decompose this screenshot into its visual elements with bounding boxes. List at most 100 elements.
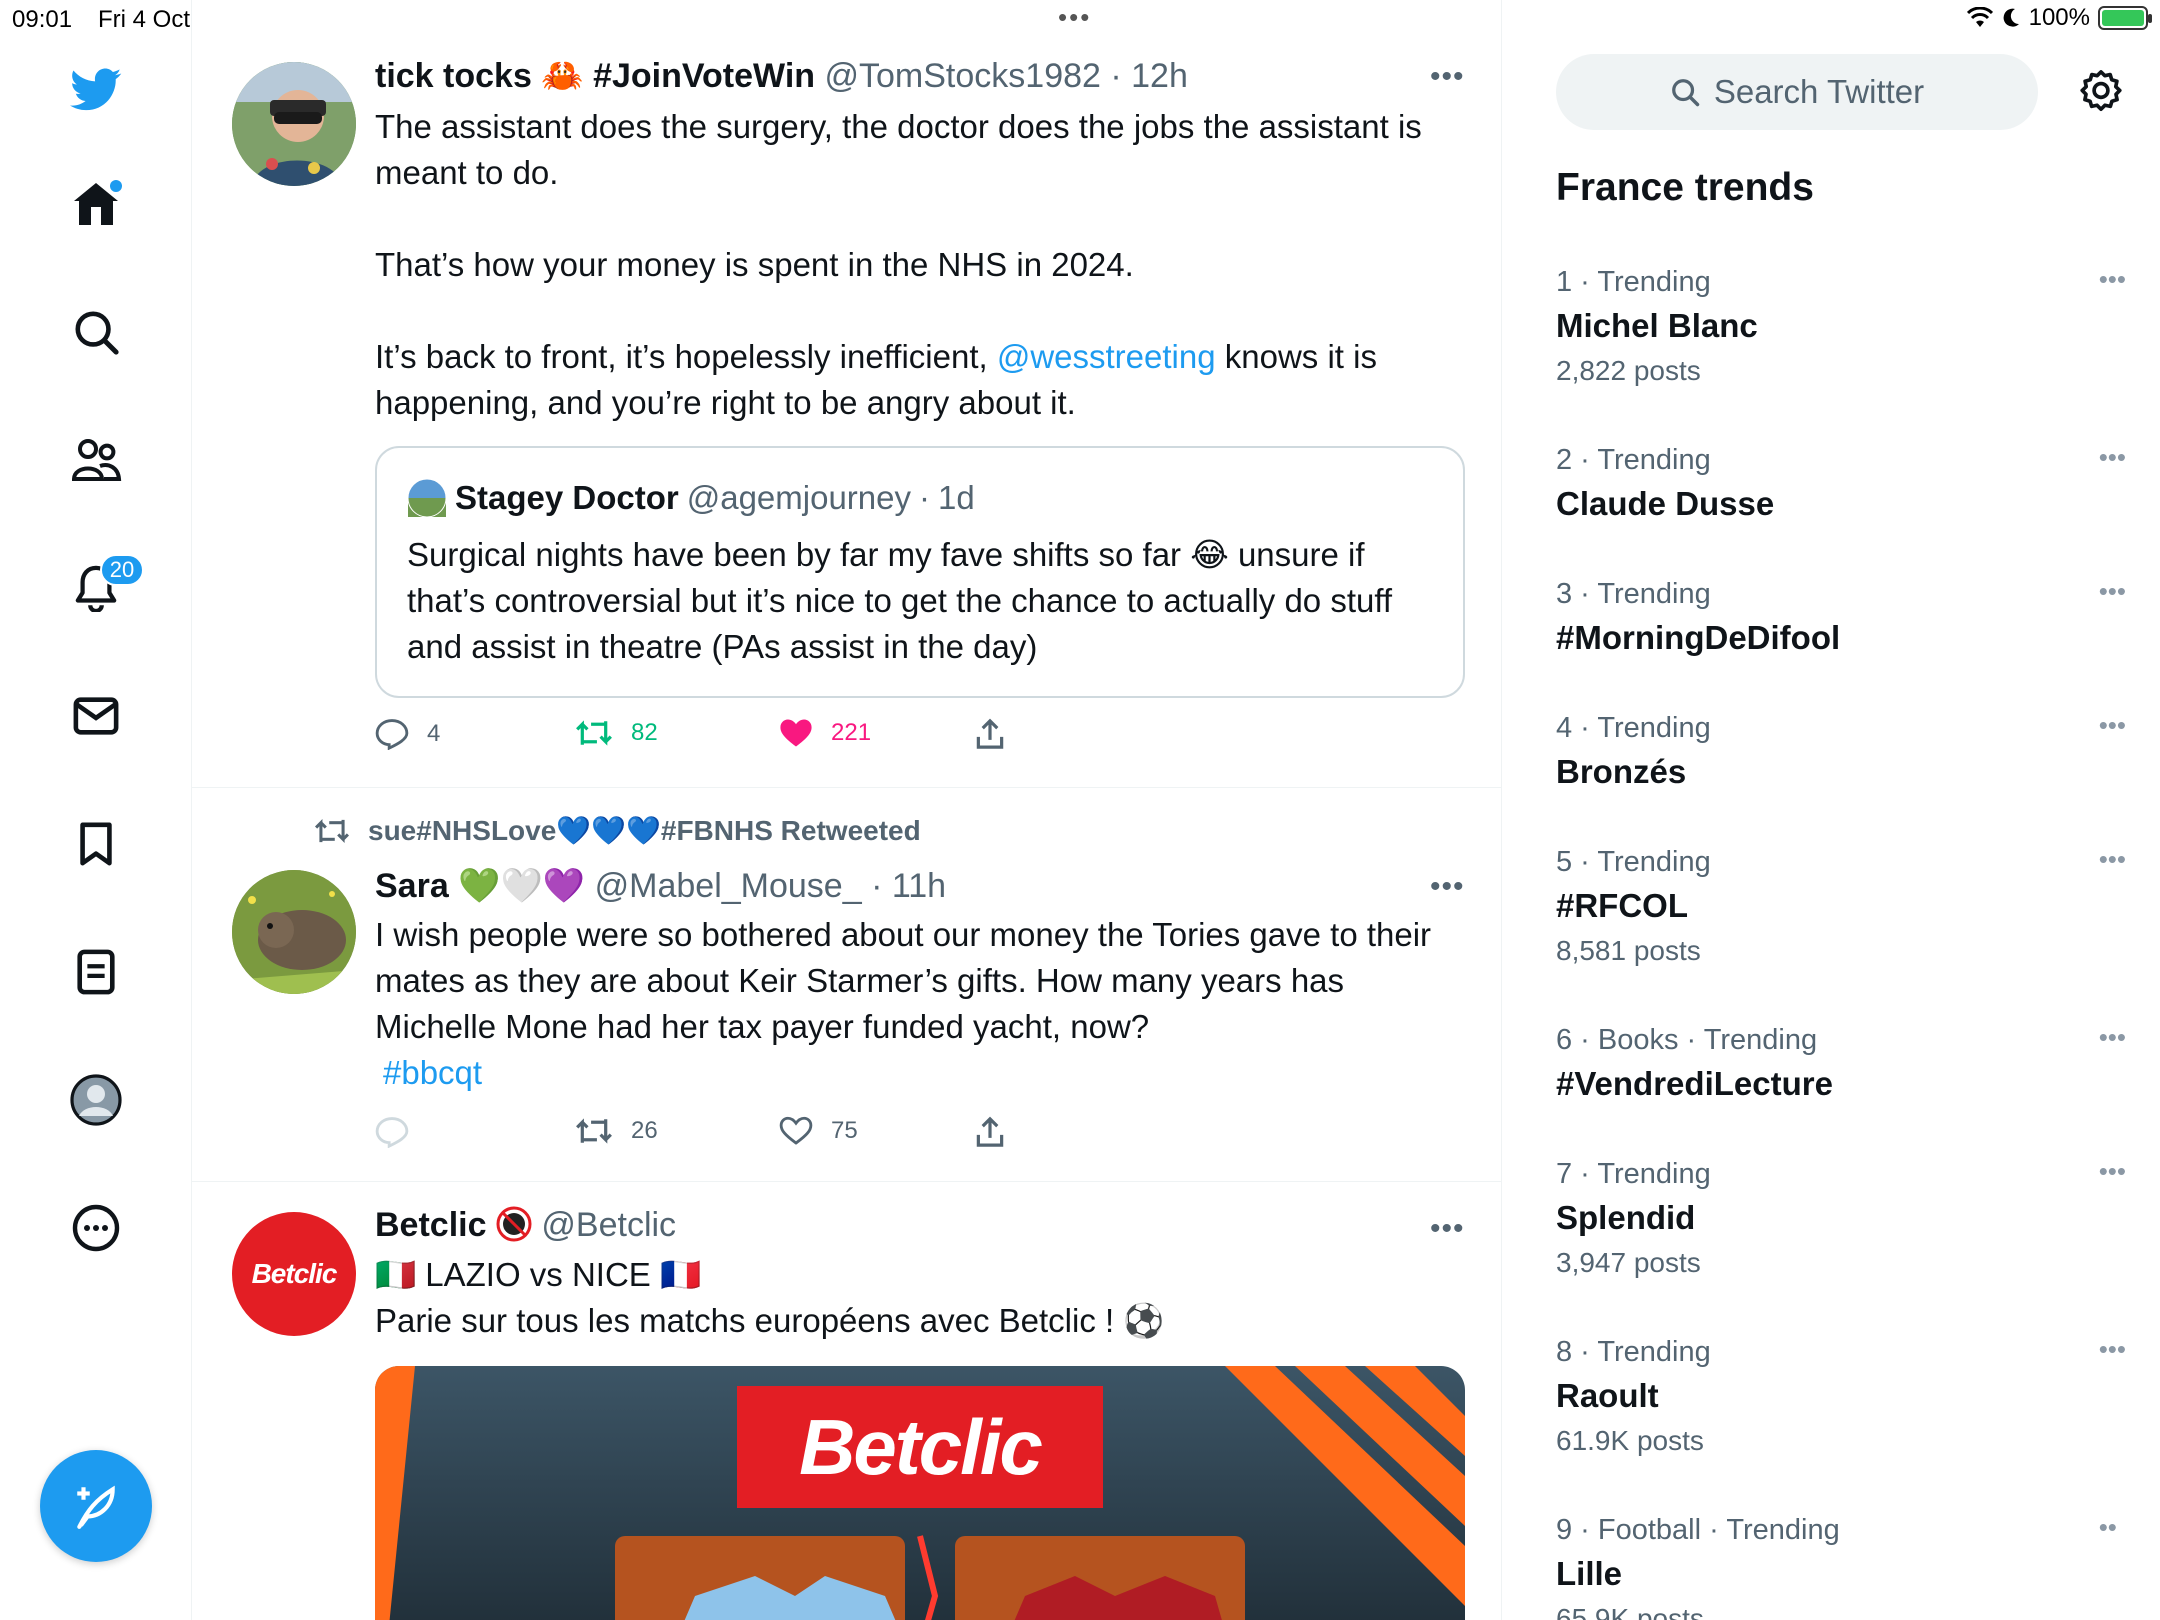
home-unread-dot: [110, 180, 122, 192]
author-name[interactable]: Betclic: [375, 1206, 487, 1244]
nav-bookmarks[interactable]: [66, 814, 126, 874]
retweeted-by-text[interactable]: sue#NHSLove💙💙💙#FBNHS Retweeted: [368, 814, 921, 847]
avatar[interactable]: [232, 870, 356, 994]
search-icon: [75, 311, 119, 355]
tweet-time[interactable]: 11h: [892, 867, 946, 905]
trend-item[interactable]: 9 · Football · Trending Lille 65.9K post…: [1556, 1510, 2116, 1620]
author-name[interactable]: Sara 💚🤍💜: [375, 867, 585, 905]
trend-more-icon[interactable]: •••: [2099, 1156, 2126, 1187]
trend-meta: 9 · Football · Trending: [1556, 1514, 1840, 1546]
trend-item[interactable]: 4 · Trending Bronzés •••: [1556, 708, 2126, 796]
trend-item[interactable]: 5 · Trending #RFCOL 8,581 posts •••: [1556, 842, 2126, 972]
trend-name: #VendrediLecture: [1556, 1065, 1833, 1102]
multitasking-dots-icon[interactable]: •••: [1058, 2, 1091, 33]
tweet-more-icon[interactable]: •••: [1430, 1212, 1465, 1246]
trend-name: Bronzés: [1556, 753, 1687, 790]
tweet[interactable]: tick tocks 🦀 #JoinVoteWin @TomStocks1982…: [192, 0, 1501, 788]
age-restriction-18-icon: [496, 1206, 532, 1242]
tweet-line: Parie sur tous les matchs européens avec…: [375, 1302, 1165, 1339]
nav-messages[interactable]: [66, 686, 126, 746]
tweet[interactable]: sue#NHSLove💙💙💙#FBNHS Retweeted Sara 💚🤍💜 …: [192, 788, 1501, 1182]
trend-item[interactable]: 3 · Trending #MorningDeDifool •••: [1556, 574, 2126, 662]
twitter-logo-icon[interactable]: [66, 60, 126, 120]
trend-more-icon[interactable]: •••: [2099, 710, 2126, 741]
avatar[interactable]: Betclic: [232, 1212, 356, 1336]
trend-meta: 7 · Trending: [1556, 1158, 1711, 1190]
status-time: 09:01: [12, 6, 73, 33]
compose-tweet-button[interactable]: [40, 1450, 152, 1562]
nav-home[interactable]: [66, 174, 126, 234]
avatar[interactable]: [232, 62, 356, 186]
trend-item[interactable]: 1 · Trending Michel Blanc 2,822 posts ••…: [1556, 262, 2126, 392]
nav-explore[interactable]: [66, 302, 126, 362]
settings-button[interactable]: [2073, 64, 2129, 120]
tweet-header: Betclic @Betclic: [375, 1206, 676, 1245]
nav-notifications[interactable]: 20: [66, 554, 144, 618]
trend-more-icon[interactable]: •••: [2099, 1022, 2126, 1053]
feather-plus-icon: [77, 1485, 115, 1529]
heart-icon: [779, 1116, 813, 1145]
retweet-button[interactable]: 82: [575, 718, 658, 748]
trend-more-icon[interactable]: •••: [2099, 576, 2126, 607]
trend-name: Lille: [1556, 1555, 1623, 1592]
tweet-text: 🇮🇹 LAZIO vs NICE 🇫🇷 Parie sur tous les m…: [375, 1252, 1445, 1344]
retweet-button[interactable]: 26: [575, 1116, 658, 1146]
retweet-count: 82: [631, 719, 658, 746]
nav-profile[interactable]: [66, 1070, 126, 1130]
tweet-paragraph: It’s back to front, it’s hopelessly inef…: [375, 334, 1445, 426]
right-sidebar: Search Twitter France trends 1 · Trendin…: [1503, 0, 2160, 1620]
tweet-header: tick tocks 🦀 #JoinVoteWin @TomStocks1982…: [375, 57, 1188, 95]
tweet-more-icon[interactable]: •••: [1430, 870, 1465, 904]
wifi-icon: [1966, 7, 1993, 27]
quoted-tweet-header: Stagey Doctor @agemjourney · 1d: [407, 478, 975, 518]
left-navigation: 20: [0, 0, 192, 1620]
nav-more[interactable]: [66, 1198, 126, 1258]
trend-name: #RFCOL: [1556, 887, 1688, 924]
mention-link[interactable]: @wesstreeting: [997, 338, 1216, 375]
trend-meta: 5 · Trending: [1556, 846, 1711, 878]
author-handle[interactable]: @Mabel_Mouse_: [595, 867, 862, 905]
tweet-paragraph: The assistant does the surgery, the doct…: [375, 108, 1422, 191]
trend-item[interactable]: 7 · Trending Splendid 3,947 posts •••: [1556, 1154, 2126, 1284]
trend-more-icon[interactable]: •••: [2099, 1334, 2126, 1365]
tweet[interactable]: Betclic Betclic @Betclic ••• 🇮🇹 LAZIO vs…: [192, 1182, 1501, 1620]
trend-more-icon[interactable]: •••: [2099, 844, 2126, 875]
battery-icon: [2098, 6, 2152, 30]
retweet-icon: [314, 818, 350, 843]
tweet-text-segment: It’s back to front, it’s hopelessly inef…: [375, 338, 997, 375]
notifications-count-badge: 20: [100, 554, 144, 586]
trend-meta: 3 · Trending: [1556, 578, 1711, 610]
trend-meta: 1 · Trending: [1556, 266, 1711, 298]
trend-posts: 61.9K posts: [1556, 1425, 1704, 1456]
like-button[interactable]: 75: [779, 1116, 858, 1146]
nav-communities[interactable]: [66, 430, 126, 490]
share-button[interactable]: [975, 1116, 1005, 1148]
search-input[interactable]: Search Twitter: [1556, 54, 2038, 130]
heart-filled-icon: [780, 719, 812, 747]
author-name[interactable]: tick tocks 🦀 #JoinVoteWin: [375, 57, 815, 95]
author-handle[interactable]: @Betclic: [541, 1206, 676, 1244]
trend-item[interactable]: 8 · Trending Raoult 61.9K posts •••: [1556, 1332, 2126, 1462]
trend-more-icon[interactable]: •••: [2099, 264, 2126, 295]
tweet-time[interactable]: 12h: [1131, 57, 1188, 95]
nav-lists[interactable]: [66, 942, 126, 1002]
reply-count: 4: [427, 720, 441, 747]
like-button[interactable]: 221: [779, 718, 871, 748]
tweet-media-image[interactable]: Betclic: [375, 1366, 1465, 1620]
share-button[interactable]: [975, 718, 1005, 750]
trend-name: Splendid: [1556, 1199, 1696, 1236]
reply-button[interactable]: 4: [375, 718, 440, 750]
avatar-photo: [232, 870, 356, 994]
quoted-tweet[interactable]: Stagey Doctor @agemjourney · 1d Surgical n…: [375, 446, 1465, 698]
trend-item[interactable]: 6 · Books · Trending #VendrediLecture ••…: [1556, 1020, 2126, 1108]
reply-button[interactable]: [375, 1116, 427, 1148]
tweet-more-icon[interactable]: •••: [1430, 60, 1465, 94]
author-handle[interactable]: @TomStocks1982: [825, 57, 1101, 95]
trend-more-icon[interactable]: •••: [2099, 1512, 2116, 1543]
trend-item[interactable]: 2 · Trending Claude Dusse •••: [1556, 440, 2126, 528]
trend-meta: 8 · Trending: [1556, 1336, 1711, 1368]
share-icon: [976, 1116, 1004, 1147]
retweet-count: 26: [631, 1117, 658, 1144]
trend-more-icon[interactable]: •••: [2099, 442, 2126, 473]
hashtag-link[interactable]: #bbcqt: [375, 1050, 1445, 1096]
